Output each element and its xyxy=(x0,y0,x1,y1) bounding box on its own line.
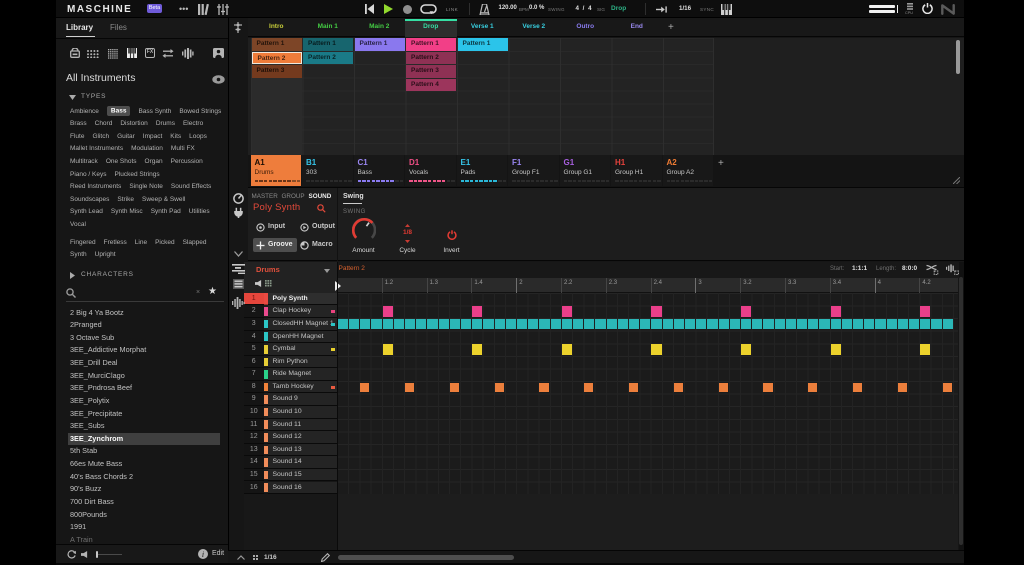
svg-text:i: i xyxy=(202,550,204,559)
